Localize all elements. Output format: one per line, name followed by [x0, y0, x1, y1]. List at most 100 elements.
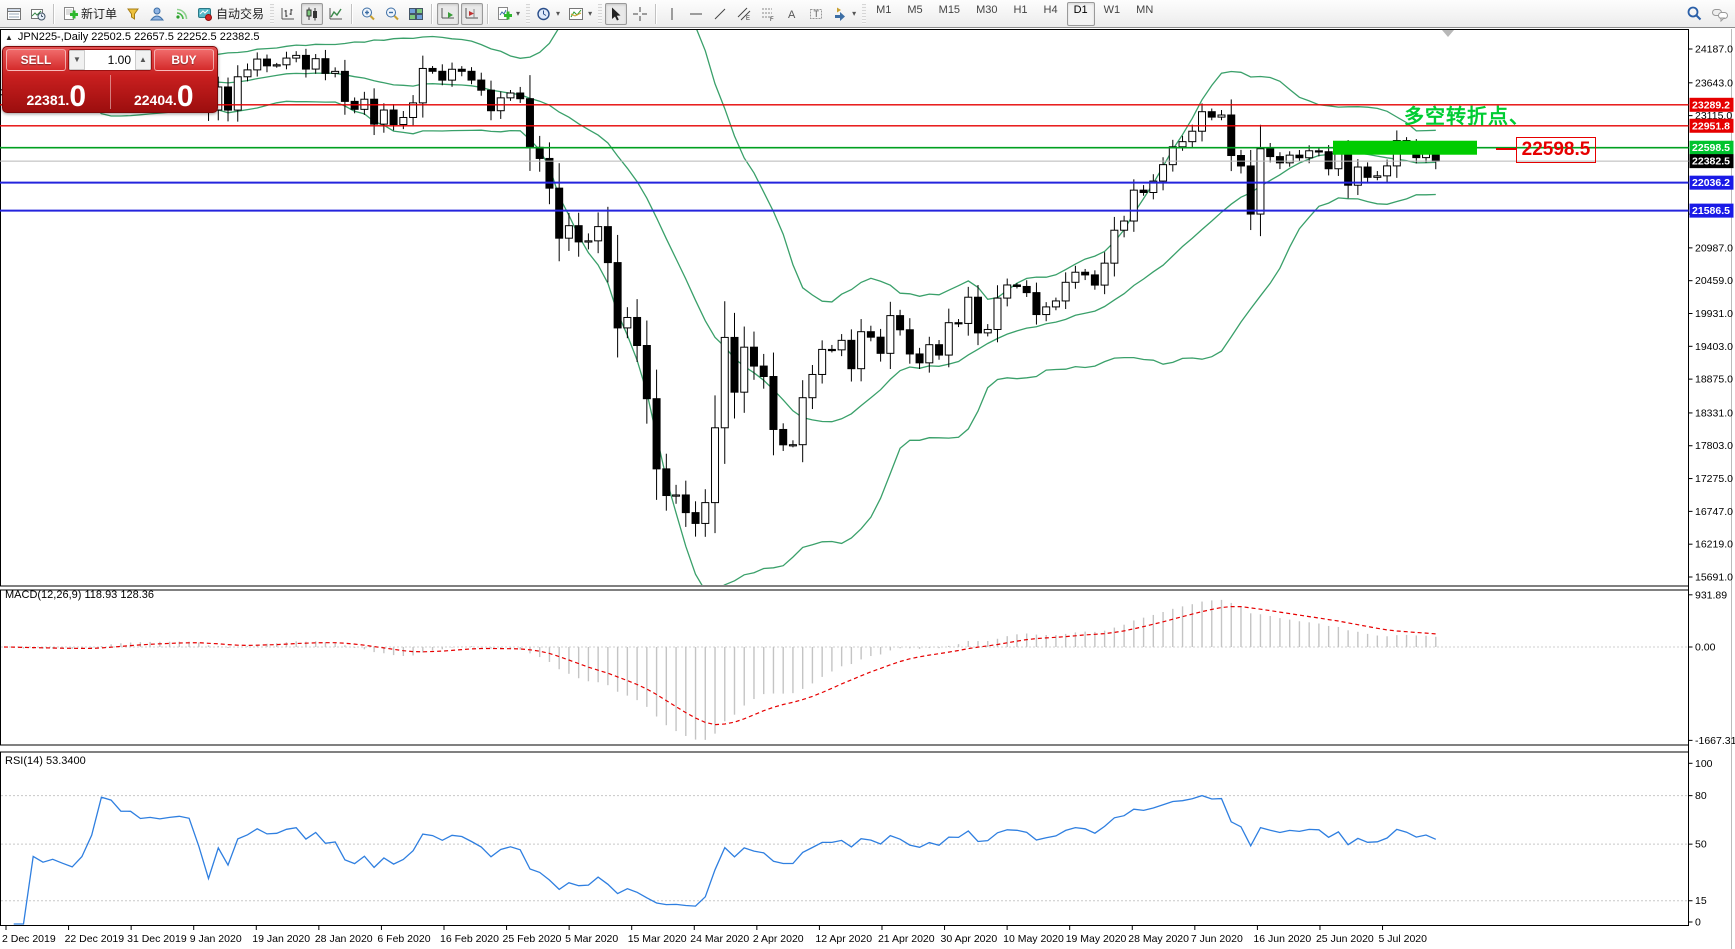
zoom-out-icon	[384, 6, 400, 22]
toolbar-grip	[598, 4, 602, 24]
svg-text:931.89: 931.89	[1695, 589, 1727, 601]
horizontal-line-icon	[688, 6, 704, 22]
search-icon	[1686, 5, 1703, 22]
terminal-icon	[6, 6, 22, 22]
svg-text:80: 80	[1695, 790, 1707, 802]
text-a-icon: A	[784, 6, 800, 22]
svg-text:24 Mar 2020: 24 Mar 2020	[690, 933, 749, 945]
chart-canvas[interactable]: 24187.023643.023115.021531.020987.020459…	[0, 29, 1735, 949]
timeframe-D1[interactable]: D1	[1067, 2, 1095, 26]
volume-input[interactable]	[85, 50, 135, 70]
svg-text:18875.0: 18875.0	[1695, 374, 1733, 386]
timeframe-H4[interactable]: H4	[1037, 2, 1065, 26]
timeframe-M1[interactable]: M1	[869, 2, 898, 26]
symbol-ohlc-bar: ▲ JPN225-,Daily 22502.5 22657.5 22252.5 …	[5, 31, 260, 43]
timeframe-M30[interactable]: M30	[969, 2, 1004, 26]
community-button[interactable]	[146, 3, 168, 25]
bar-chart-button[interactable]	[277, 3, 299, 25]
new-order-button[interactable]: 新订单	[59, 3, 120, 25]
level-price-label[interactable]: 22598.5	[1516, 137, 1596, 163]
svg-text:9 Jan 2020: 9 Jan 2020	[190, 933, 242, 945]
timeframe-MN[interactable]: MN	[1129, 2, 1160, 26]
auto-scroll-button[interactable]	[437, 3, 459, 25]
svg-text:25 Jun 2020: 25 Jun 2020	[1316, 933, 1374, 945]
candlestick-chart-button[interactable]	[301, 3, 323, 25]
timeframe-H1[interactable]: H1	[1006, 2, 1034, 26]
toolbar-separator	[487, 4, 489, 24]
vertical-line-icon	[664, 6, 680, 22]
candlestick-chart-icon	[304, 6, 320, 22]
templates-button[interactable]: ▾	[565, 3, 595, 25]
signals-button[interactable]	[170, 3, 192, 25]
add-indicator-button[interactable]: ▾	[493, 3, 523, 25]
new-order-label: 新订单	[81, 5, 117, 22]
chart-shift-icon	[464, 6, 480, 22]
chart-window[interactable]: 24187.023643.023115.021531.020987.020459…	[0, 29, 1735, 949]
auto-scroll-icon	[440, 6, 456, 22]
volume-increase-button[interactable]: ▲	[135, 50, 151, 70]
tile-windows-button[interactable]	[405, 3, 427, 25]
timeframe-M5[interactable]: M5	[900, 2, 929, 26]
metaeditor-button[interactable]	[122, 3, 144, 25]
periods-button[interactable]: ▾	[533, 3, 563, 25]
svg-text:28 May 2020: 28 May 2020	[1128, 933, 1189, 945]
svg-text:23643.0: 23643.0	[1695, 77, 1733, 89]
text-button[interactable]: A	[781, 3, 803, 25]
cursor-icon	[608, 6, 624, 22]
one-click-trade-panel: SELL ▼ ▲ BUY 22381.0 22404.0	[2, 46, 218, 113]
equidistant-channel-button[interactable]: E	[733, 3, 755, 25]
buy-button[interactable]: BUY	[154, 49, 214, 71]
crosshair-button[interactable]	[629, 3, 651, 25]
svg-text:19 Jan 2020: 19 Jan 2020	[252, 933, 310, 945]
arrow-style-icon	[832, 6, 848, 22]
svg-text:F: F	[770, 17, 774, 22]
autotrading-label: 自动交易	[216, 5, 264, 22]
line-chart-button[interactable]	[325, 3, 347, 25]
template-icon	[568, 6, 584, 22]
cursor-button[interactable]	[605, 3, 627, 25]
autotrading-button[interactable]: 自动交易	[194, 3, 267, 25]
svg-text:15691.0: 15691.0	[1695, 572, 1733, 584]
chart-shift-button[interactable]	[461, 3, 483, 25]
sell-price[interactable]: 22381.0	[3, 72, 110, 112]
trendline-button[interactable]	[709, 3, 731, 25]
dropdown-arrow-icon: ▾	[852, 9, 856, 18]
chat-button[interactable]	[1708, 3, 1732, 25]
chart-shift-marker-icon[interactable]	[1442, 30, 1454, 37]
level-box-leader-line	[1496, 148, 1516, 150]
vertical-line-button[interactable]	[661, 3, 683, 25]
svg-text:10 May 2020: 10 May 2020	[1003, 933, 1064, 945]
svg-text:5 Mar 2020: 5 Mar 2020	[565, 933, 618, 945]
svg-text:0: 0	[1695, 917, 1701, 929]
channel-icon: E	[736, 6, 752, 22]
timeframe-W1[interactable]: W1	[1097, 2, 1128, 26]
svg-text:T: T	[814, 9, 820, 19]
svg-text:17803.0: 17803.0	[1695, 440, 1733, 452]
terminal-panel-button[interactable]	[3, 3, 25, 25]
collapse-arrow-icon[interactable]: ▲	[5, 33, 13, 42]
svg-text:A: A	[788, 9, 796, 21]
svg-text:23289.2: 23289.2	[1692, 99, 1730, 111]
tile-windows-icon	[408, 6, 424, 22]
macd-indicator-label: MACD(12,26,9) 118.93 128.36	[5, 589, 154, 601]
green-zone-rectangle[interactable]	[1333, 141, 1477, 155]
svg-text:15: 15	[1695, 895, 1707, 907]
fibonacci-button[interactable]: F	[757, 3, 779, 25]
zoom-out-button[interactable]	[381, 3, 403, 25]
buy-price[interactable]: 22404.0	[111, 72, 218, 112]
sell-button[interactable]: SELL	[6, 49, 66, 71]
horizontal-line-button[interactable]	[685, 3, 707, 25]
sell-price-last-digit: 0	[69, 84, 86, 110]
chat-icon	[1711, 6, 1729, 22]
svg-text:21 Apr 2020: 21 Apr 2020	[878, 933, 935, 945]
zoom-in-button[interactable]	[357, 3, 379, 25]
strategy-tester-button[interactable]	[27, 3, 49, 25]
timeframe-M15[interactable]: M15	[932, 2, 967, 26]
community-person-icon	[149, 6, 165, 22]
svg-text:100: 100	[1695, 758, 1713, 770]
volume-decrease-button[interactable]: ▼	[69, 50, 85, 70]
text-label-button[interactable]: T	[805, 3, 827, 25]
search-button[interactable]	[1683, 3, 1706, 25]
arrows-button[interactable]: ▾	[829, 3, 859, 25]
symbol-ohlc-text: JPN225-,Daily 22502.5 22657.5 22252.5 22…	[18, 31, 260, 43]
